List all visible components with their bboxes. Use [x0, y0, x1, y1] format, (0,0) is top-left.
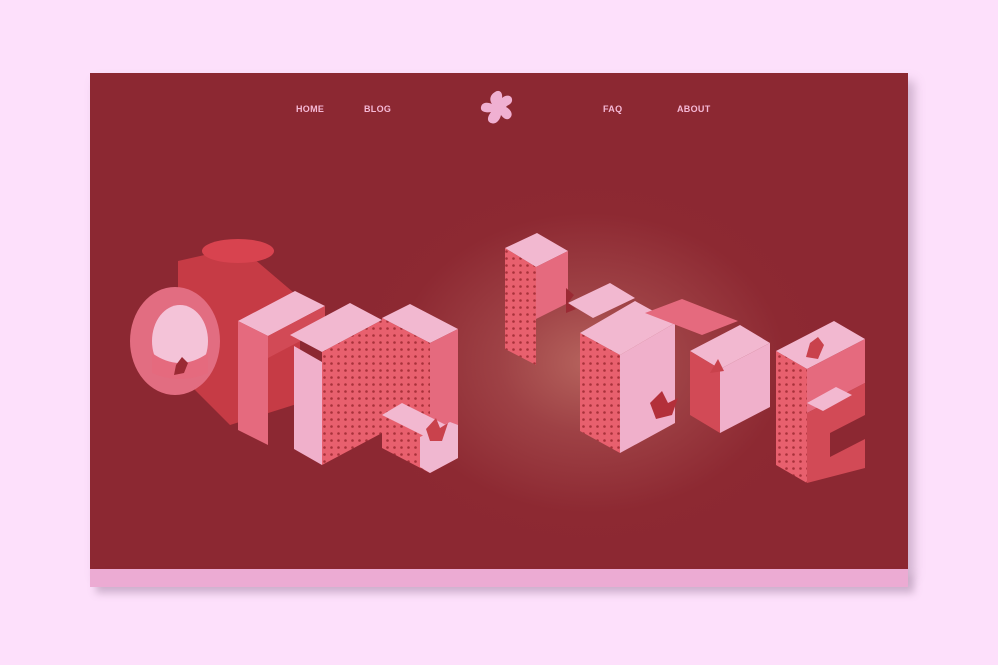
letter-e-right-block — [690, 321, 865, 483]
isometric-lettering-art — [130, 233, 865, 483]
letter-e-left-block — [382, 304, 458, 473]
letter-n-block — [238, 291, 382, 465]
hero-bottom-band — [90, 569, 908, 587]
